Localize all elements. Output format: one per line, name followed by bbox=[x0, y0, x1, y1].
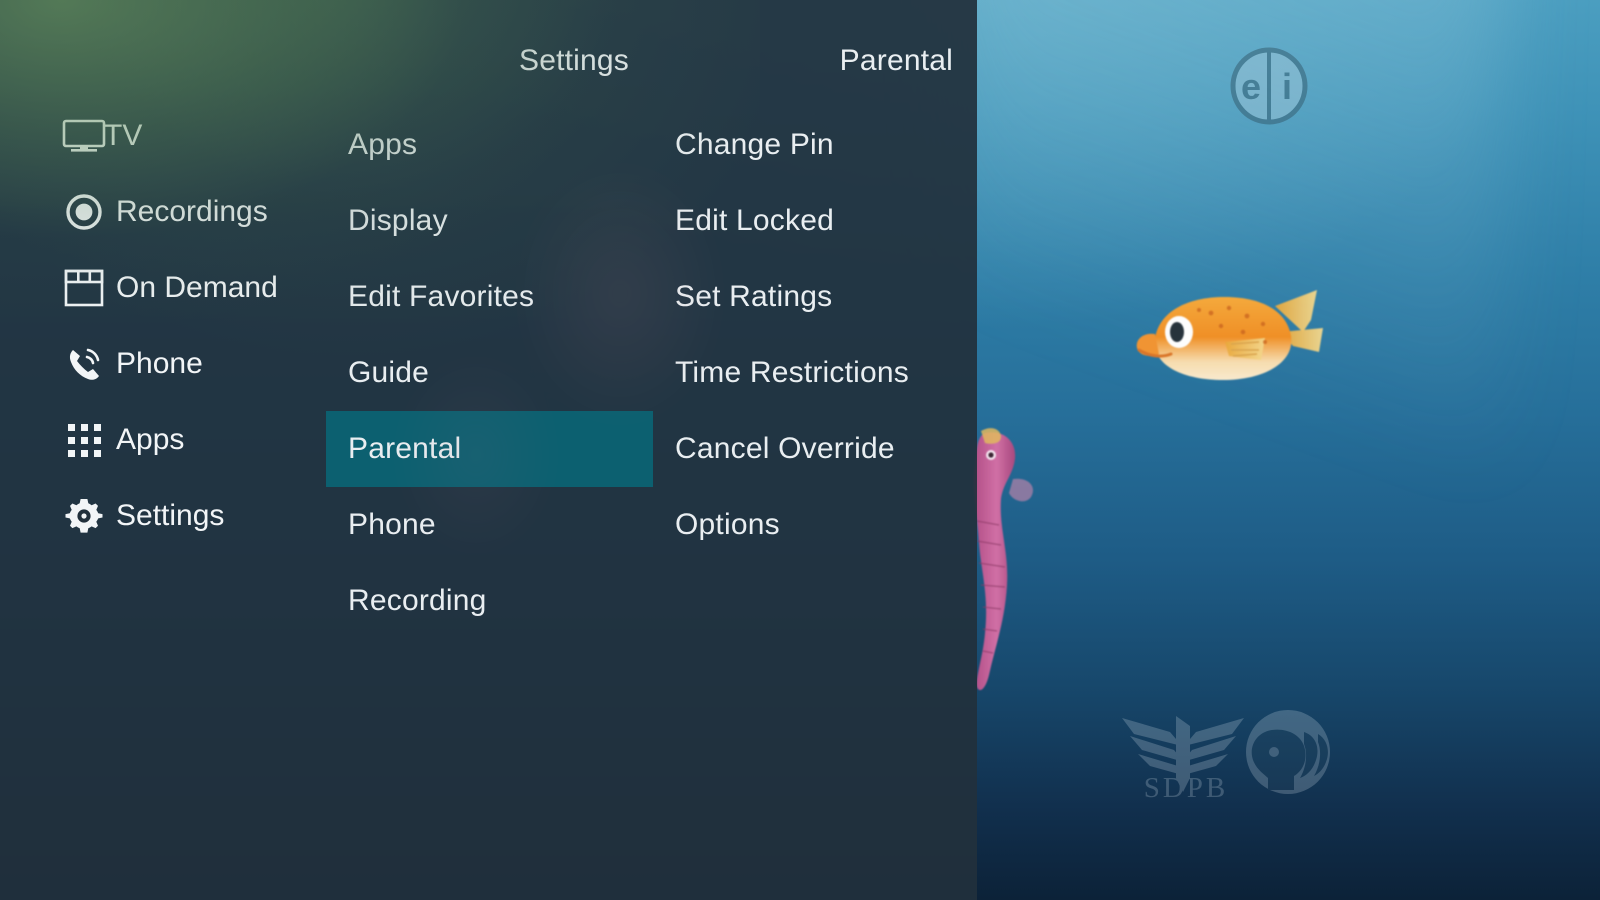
boxfish bbox=[1136, 290, 1323, 380]
station-watermark: SDPB bbox=[1108, 700, 1333, 810]
parental-item-label: Edit Locked bbox=[675, 204, 834, 237]
settings-item-recording[interactable]: Recording bbox=[326, 563, 653, 639]
settings-item-apps[interactable]: Apps bbox=[326, 107, 653, 183]
settings-item-label: Apps bbox=[348, 128, 418, 161]
main-menu-label: On Demand bbox=[116, 271, 278, 304]
settings-column-heading: Settings bbox=[519, 44, 629, 77]
parental-submenu-column: Parental Change Pin Edit Locked Set Rati… bbox=[653, 0, 977, 900]
main-menu-item-tv[interactable]: TV bbox=[0, 98, 326, 174]
tv-icon bbox=[62, 114, 106, 158]
parental-item-change-pin[interactable]: Change Pin bbox=[653, 107, 977, 183]
settings-item-display[interactable]: Display bbox=[326, 183, 653, 259]
parental-item-label: Time Restrictions bbox=[675, 356, 909, 389]
pbs-head-logo bbox=[1246, 710, 1330, 794]
main-menu-item-on-demand[interactable]: On Demand bbox=[0, 250, 326, 326]
phone-icon bbox=[62, 342, 106, 386]
settings-submenu-column: Settings Apps Display Edit Favorites Gui… bbox=[326, 0, 653, 900]
settings-item-phone[interactable]: Phone bbox=[326, 487, 653, 563]
parental-item-label: Options bbox=[675, 508, 780, 541]
parental-item-time-restrictions[interactable]: Time Restrictions bbox=[653, 335, 977, 411]
on-demand-icon bbox=[62, 266, 106, 310]
settings-item-label: Parental bbox=[348, 432, 462, 465]
main-menu-label: Recordings bbox=[116, 195, 268, 228]
settings-item-label: Display bbox=[348, 204, 448, 237]
parental-item-set-ratings[interactable]: Set Ratings bbox=[653, 259, 977, 335]
tv-settings-screen: e i SDPB TV Recordings On Demand Phone A… bbox=[0, 0, 1600, 900]
settings-submenu-list: Apps Display Edit Favorites Guide Parent… bbox=[326, 107, 653, 639]
main-menu-list: TV Recordings On Demand Phone Apps Setti… bbox=[0, 98, 326, 554]
main-menu-item-apps[interactable]: Apps bbox=[0, 402, 326, 478]
main-menu-label: Settings bbox=[116, 499, 225, 532]
record-circle-icon bbox=[62, 190, 106, 234]
settings-item-label: Recording bbox=[348, 584, 487, 617]
parental-item-label: Set Ratings bbox=[675, 280, 833, 313]
settings-item-parental[interactable]: Parental bbox=[326, 411, 653, 487]
main-menu-item-recordings[interactable]: Recordings bbox=[0, 174, 326, 250]
svg-text:i: i bbox=[1282, 66, 1292, 107]
watermark-call-letters: SDPB bbox=[1143, 772, 1229, 804]
main-menu-label: Phone bbox=[116, 347, 203, 380]
main-menu-label: Apps bbox=[116, 423, 185, 456]
settings-menu-overlay: TV Recordings On Demand Phone Apps Setti… bbox=[0, 0, 980, 900]
parental-submenu-list: Change Pin Edit Locked Set Ratings Time … bbox=[653, 107, 977, 563]
settings-item-guide[interactable]: Guide bbox=[326, 335, 653, 411]
parental-item-options[interactable]: Options bbox=[653, 487, 977, 563]
settings-item-label: Phone bbox=[348, 508, 436, 541]
svg-text:e: e bbox=[1241, 66, 1261, 107]
parental-item-label: Change Pin bbox=[675, 128, 834, 161]
parental-item-label: Cancel Override bbox=[675, 432, 895, 465]
settings-item-label: Edit Favorites bbox=[348, 280, 535, 313]
main-menu-label: TV bbox=[104, 119, 143, 152]
main-menu-item-phone[interactable]: Phone bbox=[0, 326, 326, 402]
parental-item-edit-locked[interactable]: Edit Locked bbox=[653, 183, 977, 259]
main-menu-column: TV Recordings On Demand Phone Apps Setti… bbox=[0, 0, 326, 900]
parental-item-cancel-override[interactable]: Cancel Override bbox=[653, 411, 977, 487]
settings-item-edit-favorites[interactable]: Edit Favorites bbox=[326, 259, 653, 335]
apps-grid-icon bbox=[62, 418, 106, 462]
parental-column-heading: Parental bbox=[839, 44, 953, 77]
ei-rating-icon: e i bbox=[1230, 47, 1308, 125]
main-menu-item-settings[interactable]: Settings bbox=[0, 478, 326, 554]
settings-item-label: Guide bbox=[348, 356, 430, 389]
gear-icon bbox=[62, 494, 106, 538]
